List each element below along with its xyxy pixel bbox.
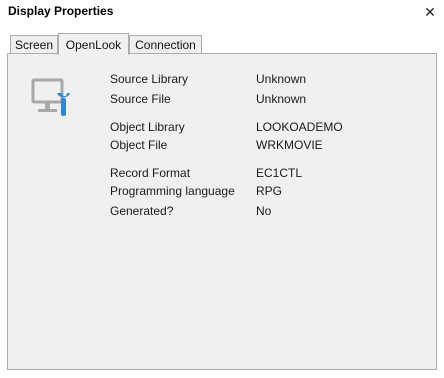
openlook-panel: Source Library Unknown Source File Unkno… bbox=[7, 53, 437, 370]
source-file-label: Source File bbox=[110, 92, 171, 106]
object-library-value: LOOKOADEMO bbox=[256, 120, 343, 134]
object-file-value: WRKMOVIE bbox=[256, 138, 323, 152]
tab-openlook[interactable]: OpenLook bbox=[58, 33, 129, 55]
close-icon[interactable]: ✕ bbox=[418, 1, 442, 23]
generated-label: Generated? bbox=[110, 204, 174, 218]
tab-screen-label: Screen bbox=[14, 37, 54, 52]
tab-screen[interactable]: Screen bbox=[10, 35, 58, 53]
tab-openlook-label: OpenLook bbox=[65, 37, 122, 52]
source-library-value: Unknown bbox=[256, 72, 307, 86]
title-bar: Display Properties ✕ bbox=[0, 0, 444, 26]
monitor-wrench-icon bbox=[31, 78, 70, 116]
generated-value: No bbox=[256, 204, 272, 218]
object-file-label: Object File bbox=[110, 138, 168, 152]
source-file-value: Unknown bbox=[256, 92, 307, 106]
record-format-label: Record Format bbox=[110, 166, 191, 180]
object-library-label: Object Library bbox=[110, 120, 185, 134]
record-format-value: EC1CTL bbox=[256, 166, 303, 180]
window-title: Display Properties bbox=[8, 4, 114, 18]
tab-connection[interactable]: Connection bbox=[129, 35, 202, 53]
source-library-label: Source Library bbox=[110, 72, 189, 86]
programming-language-value: RPG bbox=[256, 184, 283, 198]
tab-connection-label: Connection bbox=[135, 37, 196, 52]
programming-language-label: Programming language bbox=[110, 184, 235, 198]
